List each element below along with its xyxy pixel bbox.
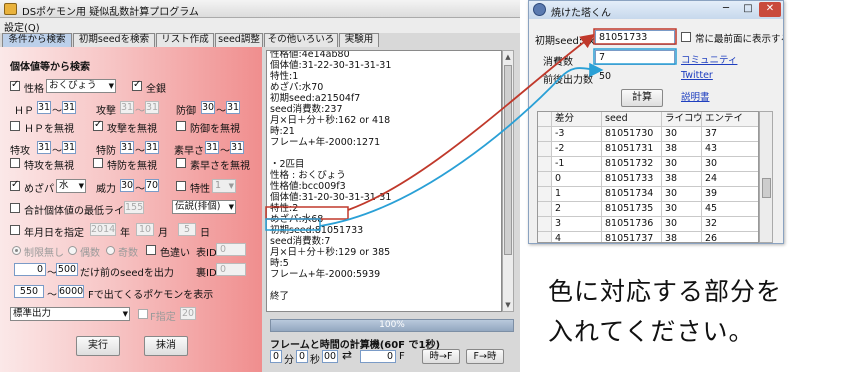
red-arrow [347,33,595,211]
annotation-line-2: 入れてください。 [548,317,755,346]
highlight-seed-box [265,206,349,220]
annotation-line-1: 色に対応する部分を [548,277,783,306]
target-seed-box [593,28,677,45]
highlight-consume-box [265,218,321,231]
target-consume-box [593,48,677,65]
blue-arrow [319,62,604,227]
